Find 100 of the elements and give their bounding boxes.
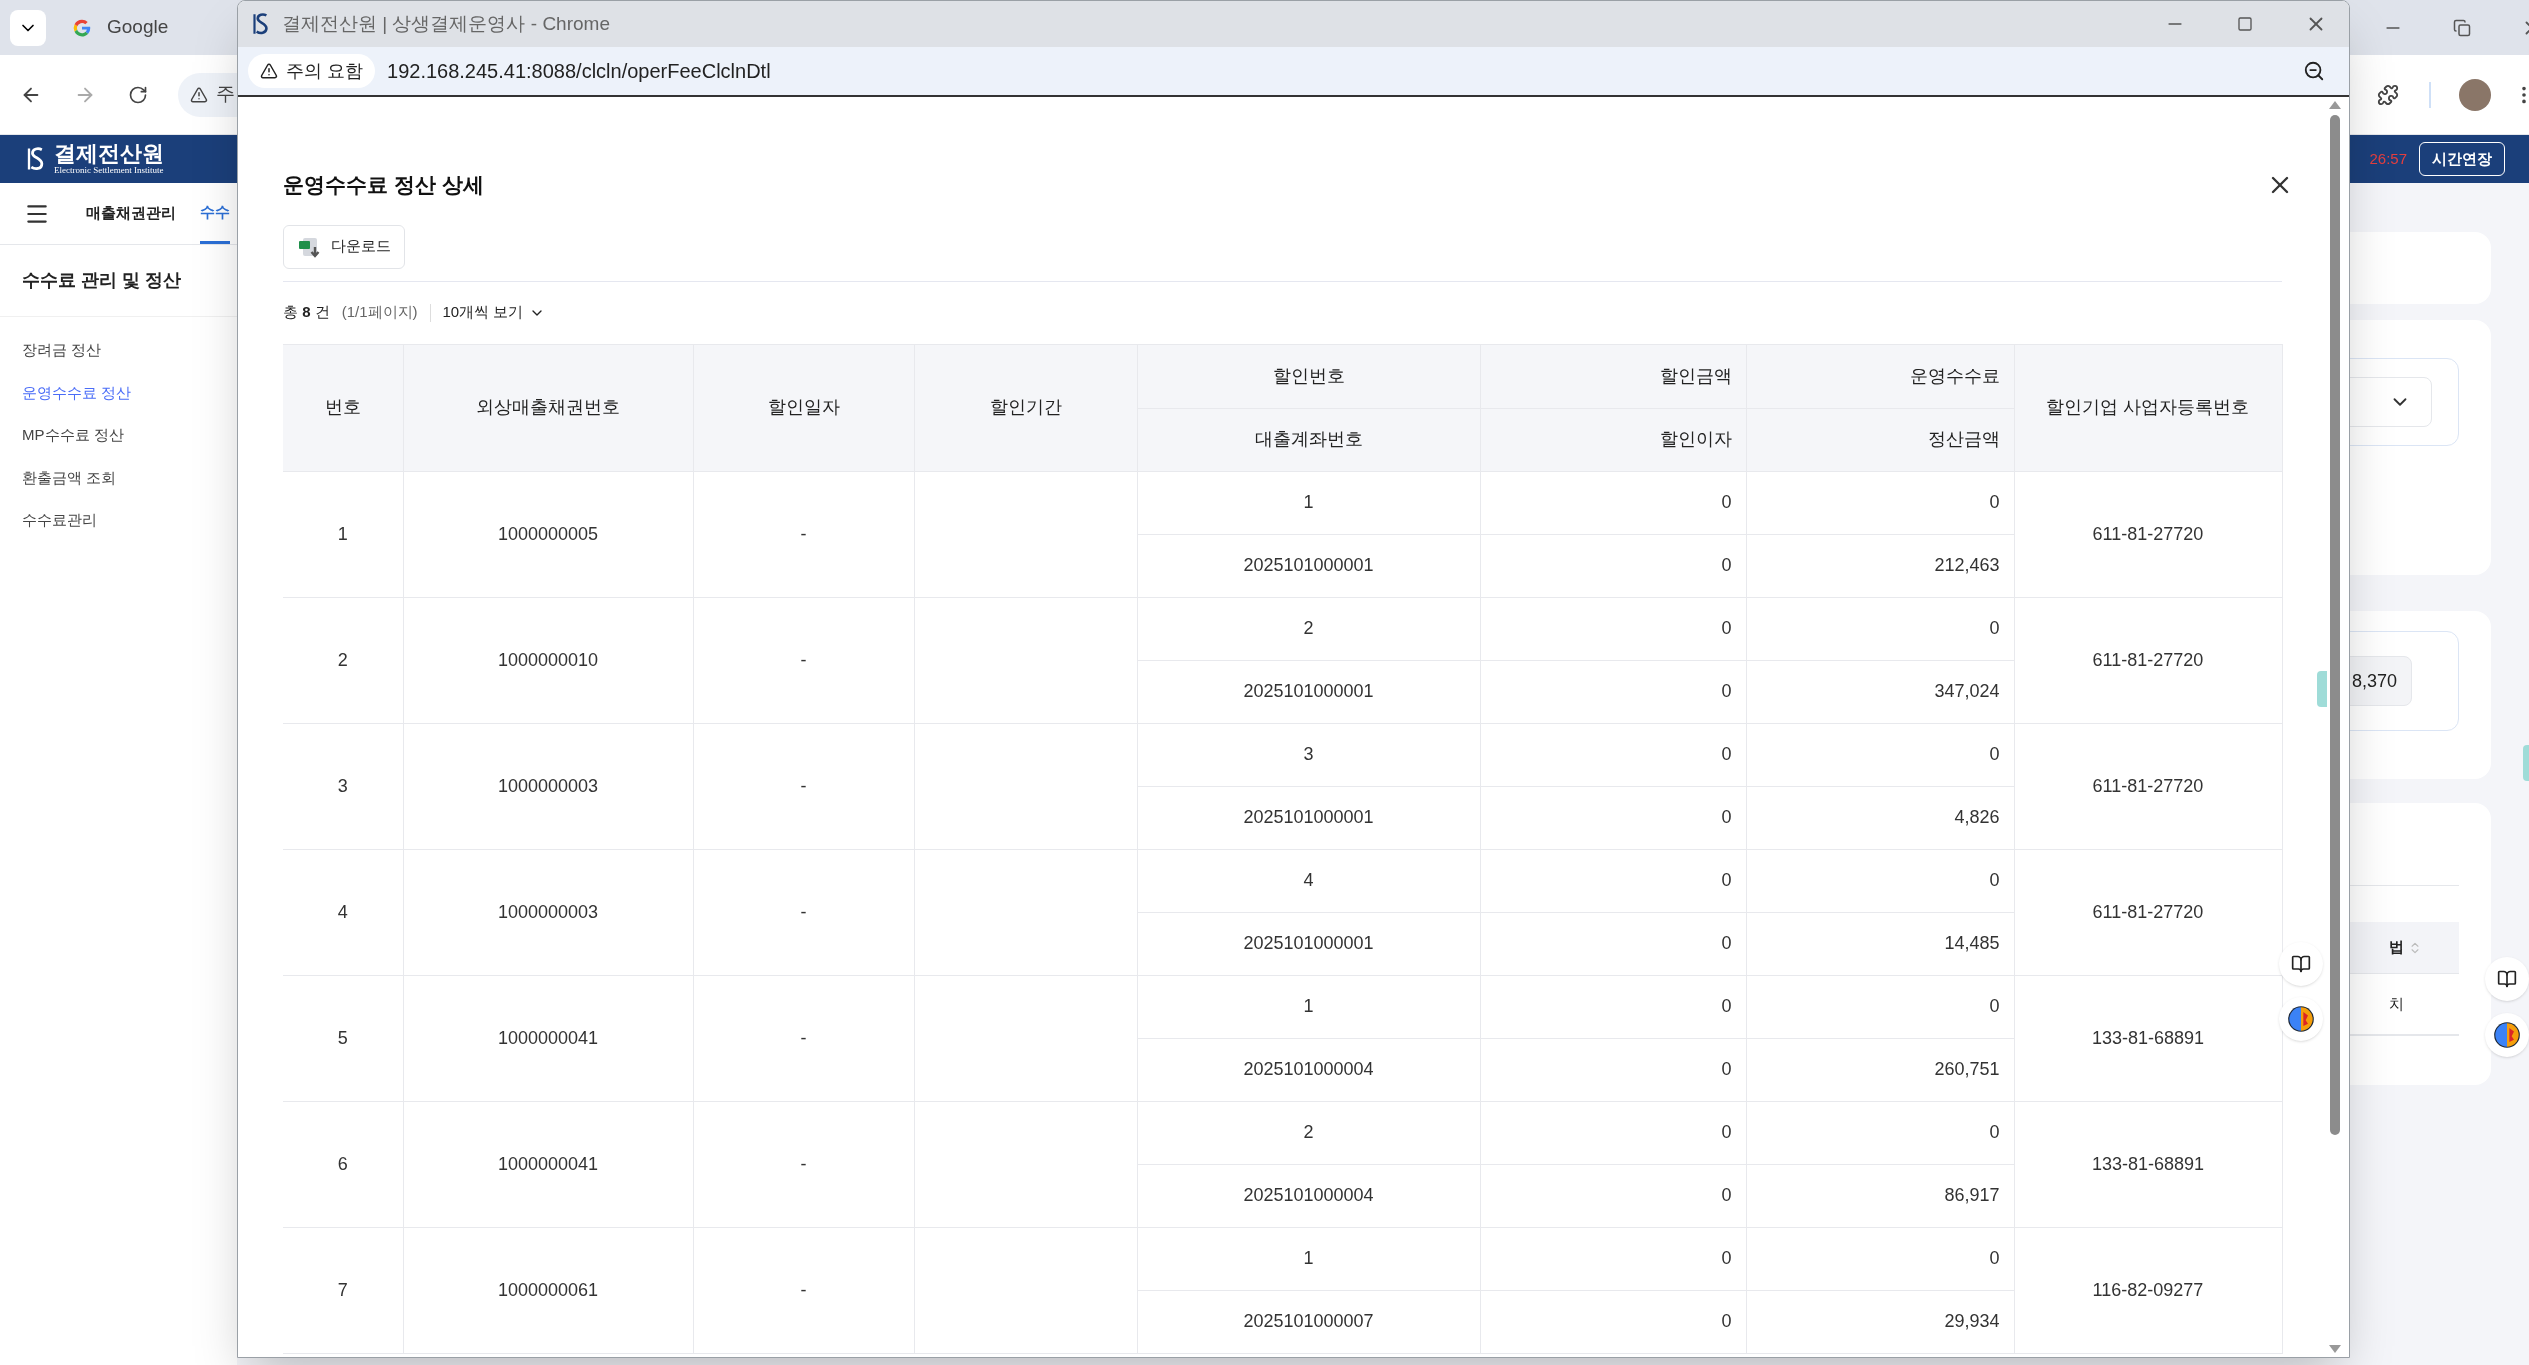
column-header: 번호 (283, 344, 403, 471)
scroll-up-icon[interactable] (2329, 101, 2341, 109)
warning-icon (260, 62, 278, 80)
table-cell: 611-81-27720 (2014, 597, 2282, 723)
table-cell: 1000000041 (403, 1101, 693, 1227)
table-cell: 3 (1137, 723, 1480, 786)
sidebar-item[interactable]: 운영수수료 정산 (22, 381, 237, 404)
table-cell: 1000000061 (403, 1227, 693, 1353)
table-cell: 212,463 (1746, 534, 2014, 597)
table-cell-text: 치 (2389, 993, 2404, 1014)
table-cell: 0 (1480, 975, 1746, 1038)
sidebar-item[interactable]: MP수수료 정산 (22, 424, 237, 447)
table-cell: - (693, 723, 914, 849)
table-cell: 0 (1480, 1290, 1746, 1353)
table-cell: 86,917 (1746, 1164, 2014, 1227)
table-cell: - (693, 975, 914, 1101)
table-cell: - (693, 849, 914, 975)
scroll-down-icon[interactable] (2329, 1345, 2341, 1353)
table-cell: - (693, 471, 914, 597)
logo-text: 결제전산원 (54, 143, 164, 165)
logo-tagline: Electronic Settlement Institute (54, 166, 164, 175)
column-header: 정산금액 (1746, 408, 2014, 471)
session-timer: 26:57 (2369, 148, 2407, 169)
page-size-select[interactable]: 10개씩 보기 (442, 301, 546, 324)
security-chip[interactable]: 주의 요함 (248, 54, 375, 88)
table-cell: 2025101000001 (1137, 660, 1480, 723)
download-button[interactable]: 다운로드 (283, 224, 405, 269)
sidebar-title: 수수료 관리 및 정산 (22, 269, 181, 292)
total-count: 총 8 건 (283, 302, 330, 323)
avatar[interactable] (2459, 78, 2491, 111)
table-cell: 1000000041 (403, 975, 693, 1101)
nav-tab[interactable]: 매출채권관리 (86, 183, 176, 244)
table-cell: 0 (1480, 1164, 1746, 1227)
table-cell: 0 (1480, 786, 1746, 849)
table-cell: 0 (1746, 975, 2014, 1038)
table-cell: 2 (283, 597, 403, 723)
table-cell: 1000000005 (403, 471, 693, 597)
table-cell: 5 (283, 975, 403, 1101)
table-cell: 2025101000001 (1137, 786, 1480, 849)
table-cell: 0 (1480, 912, 1746, 975)
zoom-out-icon[interactable] (2303, 60, 2325, 82)
table-cell: 611-81-27720 (2014, 471, 2282, 597)
side-handle[interactable] (2317, 671, 2327, 707)
table-cell: 4 (283, 849, 403, 975)
sidebar-item[interactable]: 장려금 정산 (22, 339, 237, 362)
warning-icon (190, 85, 208, 104)
maximize-icon[interactable] (2237, 16, 2253, 32)
table-cell: 6 (283, 1101, 403, 1227)
sidebar-item[interactable]: 환출금액 조회 (22, 466, 237, 489)
table-cell: 1 (1137, 1227, 1480, 1290)
globe-icon[interactable] (2287, 1005, 2315, 1033)
table-cell: 116-82-09277 (2014, 1227, 2282, 1353)
table-cell: 0 (1480, 471, 1746, 534)
table-cell: 2025101000004 (1137, 1038, 1480, 1101)
column-header: 할인기간 (914, 344, 1137, 471)
sidebar-item[interactable]: 수수료관리 (22, 509, 237, 532)
table-cell: 0 (1746, 1101, 2014, 1164)
table-cell: 0 (1480, 849, 1746, 912)
table-cell: - (693, 1101, 914, 1227)
table-cell: - (693, 597, 914, 723)
table-cell: 0 (1480, 1038, 1746, 1101)
nav-tab[interactable]: 수수 (200, 183, 230, 244)
book-button[interactable] (2279, 942, 2323, 986)
table-cell: 7 (283, 1227, 403, 1353)
column-header: 대출계좌번호 (1137, 408, 1480, 471)
table-cell: - (693, 1227, 914, 1353)
table-cell: 260,751 (1746, 1038, 2014, 1101)
restore-icon[interactable] (2453, 18, 2471, 37)
extend-session-button[interactable]: 시간연장 (2419, 142, 2505, 176)
table-cell: 2025101000001 (1137, 534, 1480, 597)
table-cell: 1000000003 (403, 849, 693, 975)
table-cell: 0 (1480, 660, 1746, 723)
table-cell: 2025101000007 (1137, 1290, 1480, 1353)
tab-title[interactable]: Google (107, 13, 169, 42)
table-cell: 0 (1480, 1101, 1746, 1164)
globe-icon[interactable] (2493, 1021, 2521, 1049)
table-cell: 0 (1480, 597, 1746, 660)
reload-icon[interactable] (128, 84, 148, 105)
table-cell: 1 (283, 471, 403, 597)
table-cell: 14,485 (1746, 912, 2014, 975)
url-text[interactable]: 192.168.245.41:8088/clcln/operFeeClclnDtl (387, 56, 771, 86)
table-cell: 133-81-68891 (2014, 1101, 2282, 1227)
extensions-icon[interactable] (2377, 83, 2399, 106)
table-cell: 0 (1746, 597, 2014, 660)
table-cell: 29,934 (1746, 1290, 2014, 1353)
book-icon (2291, 954, 2311, 974)
column-header: 운영수수료 (1746, 344, 2014, 408)
column-header: 할인금액 (1480, 344, 1746, 408)
table-cell: 2 (1137, 597, 1480, 660)
table-cell: 2025101000001 (1137, 912, 1480, 975)
dialog-title: 운영수수료 정산 상세 (283, 172, 484, 198)
column-header: 할인일자 (693, 344, 914, 471)
table-cell: 1 (1137, 471, 1480, 534)
table-cell: 0 (1746, 723, 2014, 786)
table-cell: 0 (1746, 471, 2014, 534)
table-cell: 2025101000004 (1137, 1164, 1480, 1227)
table-cell: 0 (1480, 534, 1746, 597)
table-cell: 347,024 (1746, 660, 2014, 723)
table-cell: 0 (1746, 1227, 2014, 1290)
book-icon (2497, 969, 2517, 989)
